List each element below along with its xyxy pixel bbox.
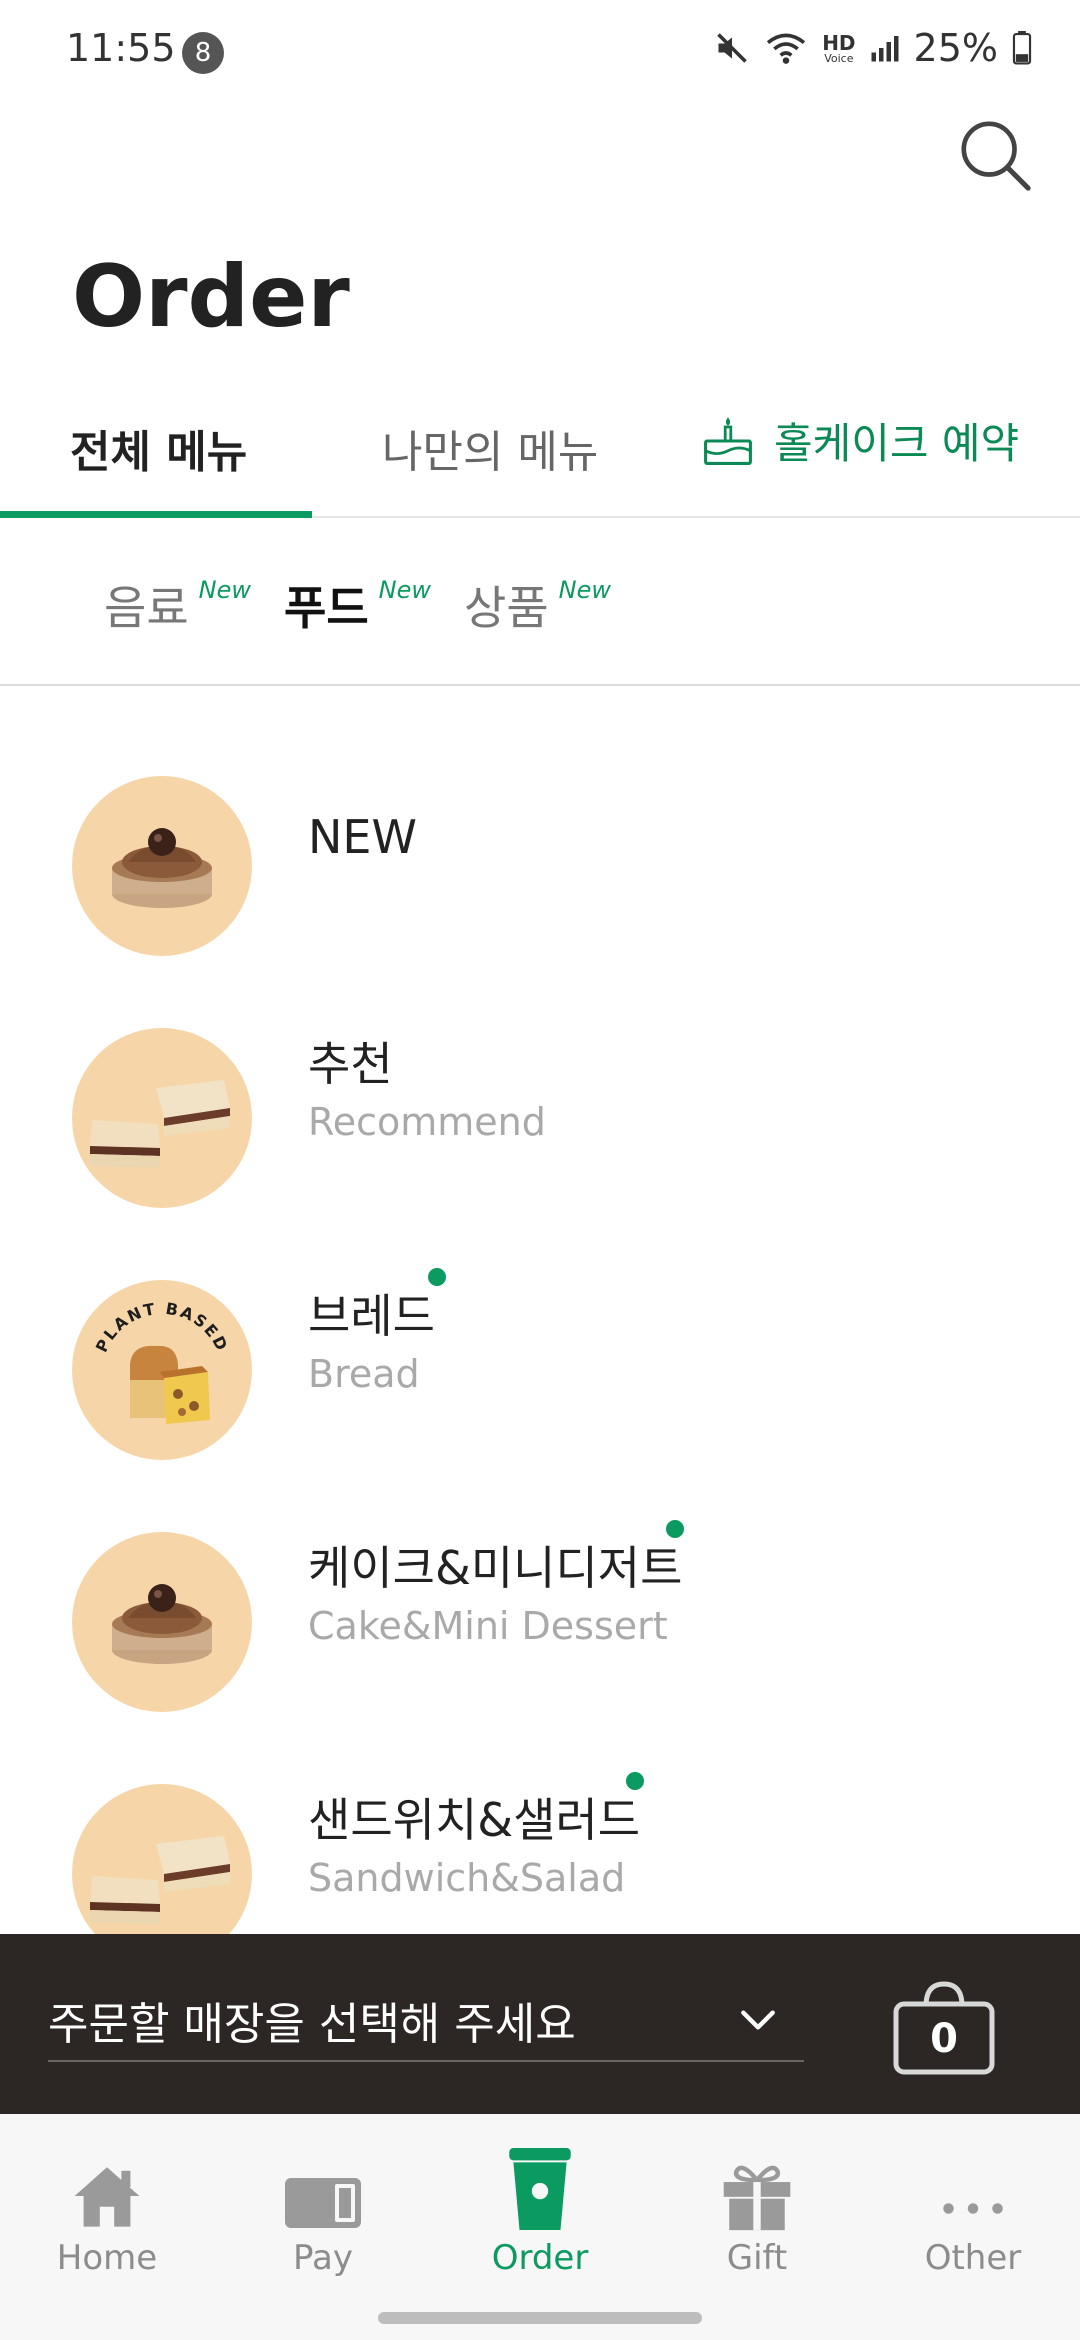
cart-button[interactable]: 0 [892,1978,996,2078]
list-item-text: 샌드위치&샐러드 Sandwich&Salad [308,1784,640,1900]
list-item-cake-mini-dessert[interactable]: 케이크&미니디저트 Cake&Mini Dessert [0,1440,1080,1712]
chevron-down-icon [741,2010,775,2030]
list-item-new[interactable]: NEW [0,684,1080,956]
card-icon [285,2178,361,2228]
category-thumbnail [72,1532,252,1712]
list-item-title: 케이크&미니디저트 [308,1541,683,1595]
menu-tabs: 전체 메뉴 나만의 메뉴 홀케이크 예약 [0,380,1080,518]
list-item-subtitle: Sandwich&Salad [308,1856,626,1900]
store-select-label: 주문할 매장을 선택해 주세요 [48,1999,576,2050]
category-food[interactable]: 푸드 New [284,572,431,638]
new-badge: New [378,576,431,604]
bread-image: PLANT BASED [92,1299,230,1424]
list-item-text: 브레드 Bread [308,1280,435,1396]
status-bar: 11:55 8 HD Voice 25% [0,0,1080,100]
home-indicator[interactable] [378,2312,702,2324]
nav-label: Order [491,2238,589,2278]
gift-icon [723,2165,791,2231]
bottom-navigation: Home Pay Order Gift Other [0,2114,1080,2340]
sandwich-image [90,1080,230,1168]
battery-percent: 25% [913,26,998,70]
page-title: Order [72,247,350,347]
list-item-text: NEW [308,810,417,864]
chestnut-tart-image [112,828,212,908]
signal-icon [871,36,899,62]
voice-label: Voice [824,51,854,65]
nav-label: Home [56,2238,158,2278]
tab-whole-cake-label: 홀케이크 예약 [774,419,1020,468]
nav-other[interactable]: Other [883,2146,1063,2278]
tab-whole-cake-reservation[interactable]: 홀케이크 예약 [700,410,1019,471]
category-label: 상품 [464,581,549,635]
list-item-bread[interactable]: PLANT BASED 브레드 Bread [0,1188,1080,1460]
home-icon [74,2167,140,2227]
nav-label: Gift [726,2238,788,2278]
more-icon [943,2203,1003,2214]
list-item-title: 브레드 [308,1289,435,1343]
nav-gift[interactable]: Gift [667,2146,847,2278]
nav-order[interactable]: Order [450,2146,630,2278]
new-indicator-dot [626,1772,644,1790]
category-beverage[interactable]: 음료 New [104,572,251,638]
new-badge: New [558,576,611,604]
category-filter: 음료 New 푸드 New 상품 New [0,516,1080,686]
hd-voice-icon: HD Voice [822,33,855,64]
list-item-subtitle: Bread [308,1352,420,1396]
cup-icon [509,2148,571,2230]
nav-home[interactable]: Home [17,2146,197,2278]
list-item-text: 케이크&미니디저트 Cake&Mini Dessert [308,1532,682,1648]
tab-my-menu[interactable]: 나만의 메뉴 [382,416,598,480]
list-item-sandwich-salad[interactable]: 샌드위치&샐러드 Sandwich&Salad [0,1692,1080,1934]
new-indicator-dot [666,1520,684,1538]
list-item-text: 추천 Recommend [308,1028,546,1144]
food-category-list: NEW 추천 Recommend PLANT BASED 브레드 Bread 케… [0,684,1080,1934]
nav-label: Other [924,2238,1022,2278]
list-item-title: 추천 [308,1037,393,1091]
chestnut-tart-image [112,1584,212,1664]
category-thumbnail [72,776,252,956]
status-icons: HD Voice 25% [714,26,1032,70]
nav-label: Pay [293,2238,353,2278]
new-indicator-dot [428,1268,446,1286]
list-item-recommend[interactable]: 추천 Recommend [0,936,1080,1208]
battery-icon [1012,31,1032,65]
store-selector-bar: 주문할 매장을 선택해 주세요 0 [0,1934,1080,2114]
category-thumbnail: PLANT BASED [72,1280,252,1460]
mute-icon [717,33,747,63]
list-item-subtitle: Recommend [308,1100,546,1144]
cake-icon [704,416,752,465]
list-item-title: 샌드위치&샐러드 [308,1793,641,1847]
nav-pay[interactable]: Pay [233,2146,413,2278]
new-badge: New [198,576,251,604]
list-item-title: NEW [308,810,417,864]
sandwich-image [90,1836,230,1924]
hd-label: HD [822,30,856,55]
list-item-subtitle: Cake&Mini Dessert [308,1604,668,1648]
notification-count-badge: 8 [182,32,224,74]
store-select-dropdown[interactable]: 주문할 매장을 선택해 주세요 [48,1980,804,2062]
category-thumbnail [72,1784,252,1934]
search-icon[interactable] [956,116,1034,194]
category-label: 음료 [104,581,189,635]
cart-count: 0 [930,2016,958,2062]
category-goods[interactable]: 상품 New [464,572,611,638]
category-thumbnail [72,1028,252,1208]
category-label: 푸드 [284,581,369,635]
wifi-icon [767,33,806,64]
status-time: 11:55 [66,26,176,70]
tab-all-menu[interactable]: 전체 메뉴 [70,416,247,480]
